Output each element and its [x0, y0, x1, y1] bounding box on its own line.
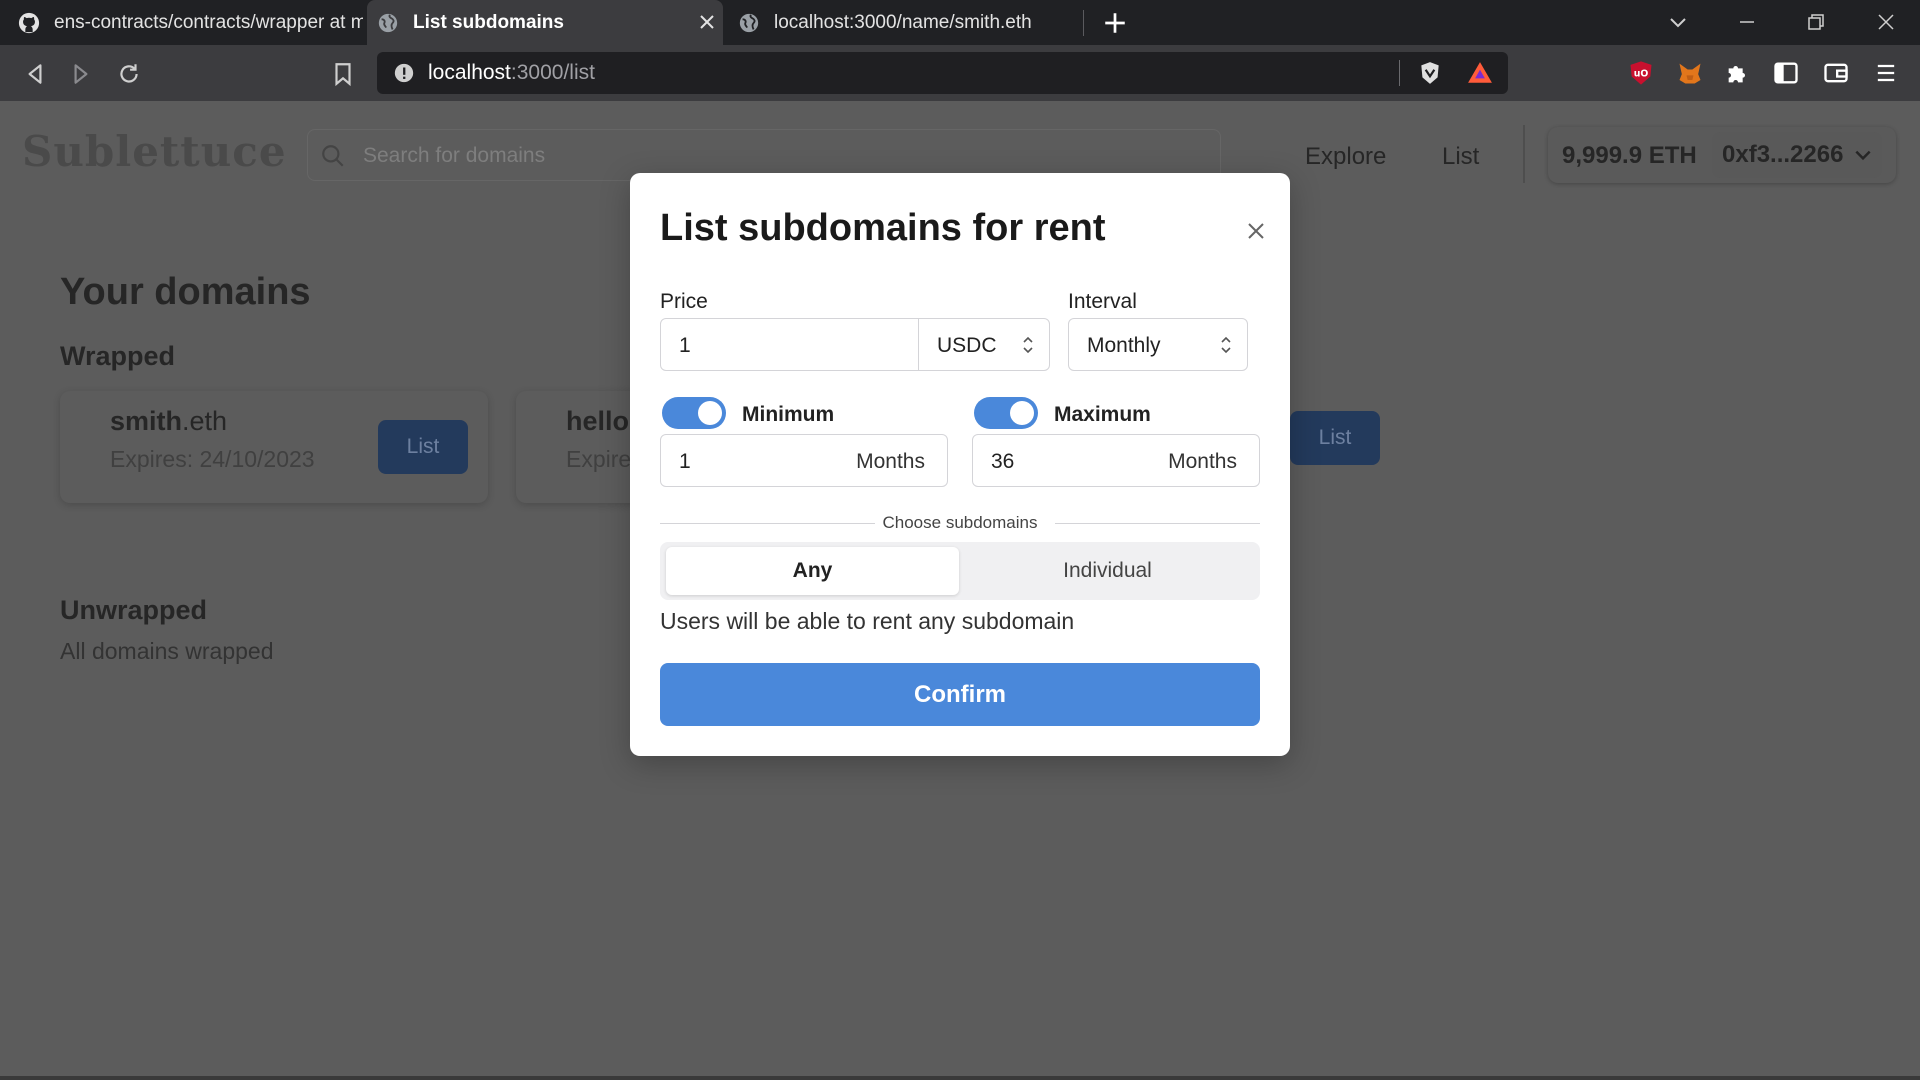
url-field[interactable]: localhost:3000/list	[377, 52, 1508, 94]
forward-icon[interactable]	[68, 61, 94, 87]
tab-title: List subdomains	[413, 11, 564, 33]
url-text: localhost:3000/list	[428, 61, 595, 85]
minimum-unit: Months	[856, 450, 925, 473]
close-icon	[700, 15, 714, 29]
helper-text: Users will be able to rent any subdomain	[660, 608, 1075, 634]
list-subdomains-modal: List subdomains for rent Price 1 USDC In…	[630, 173, 1290, 756]
bookmark-icon[interactable]	[330, 61, 356, 87]
unwrapped-status: All domains wrapped	[60, 638, 274, 664]
minimum-label: Minimum	[742, 403, 835, 426]
tab-close-button[interactable]	[696, 11, 718, 33]
domain-tld: .eth	[182, 406, 228, 436]
wallet-icon[interactable]	[1822, 59, 1850, 87]
maximum-field[interactable]: 36 Months	[972, 434, 1260, 487]
minimum-toggle[interactable]	[662, 397, 726, 429]
globe-icon	[378, 13, 398, 32]
modal-title: List subdomains for rent	[660, 207, 1106, 249]
svg-text:uO: uO	[1634, 69, 1649, 80]
github-icon	[18, 12, 40, 33]
currency-value: USDC	[937, 334, 997, 357]
new-tab-plus-icon[interactable]	[1102, 10, 1128, 36]
site-info-icon[interactable]	[393, 62, 415, 84]
nav-list-link[interactable]: List	[1442, 143, 1479, 171]
address-bar-row: localhost:3000/list uO	[0, 45, 1920, 101]
url-path: :3000/list	[510, 61, 595, 84]
tab-title: localhost:3000/name/smith.eth	[774, 11, 1032, 33]
domain-card: smith.eth Expires: 24/10/2023 List	[60, 391, 488, 503]
search-icon	[322, 145, 344, 167]
metamask-fox-icon[interactable]	[1676, 59, 1704, 87]
select-arrows-icon	[1023, 336, 1033, 354]
brave-shield-icon[interactable]	[1417, 60, 1443, 86]
ublock-origin-icon[interactable]: uO	[1627, 59, 1655, 87]
wrapped-heading: Wrapped	[60, 341, 176, 371]
domain-label: smith	[110, 406, 183, 436]
brave-rewards-icon[interactable]	[1467, 60, 1493, 86]
back-icon[interactable]	[22, 61, 48, 87]
domain-expiry: Expire	[566, 446, 632, 472]
unwrapped-heading: Unwrapped	[60, 595, 208, 625]
price-field: 1 USDC	[660, 318, 1050, 371]
minimum-field[interactable]: 1 Months	[660, 434, 948, 487]
tab-list-subdomains[interactable]: List subdomains	[367, 0, 723, 45]
segment-individual[interactable]: Individual	[961, 547, 1254, 595]
modal-close-button[interactable]	[1242, 217, 1270, 245]
page-title: Your domains	[60, 271, 311, 313]
select-arrows-icon	[1221, 336, 1231, 354]
toggle-knob	[1010, 401, 1034, 425]
maximum-unit: Months	[1168, 450, 1237, 473]
extensions-puzzle-icon[interactable]	[1724, 59, 1752, 87]
search-placeholder: Search for domains	[363, 144, 546, 167]
bottom-edge	[0, 1076, 1920, 1080]
tab-list-chevron-icon[interactable]	[1666, 10, 1690, 34]
domain-label: hello	[566, 406, 630, 436]
segment-any[interactable]: Any	[666, 547, 959, 595]
reload-icon[interactable]	[116, 61, 142, 87]
interval-select[interactable]: Monthly	[1068, 318, 1248, 371]
currency-select[interactable]: USDC	[919, 319, 1049, 370]
domain-expiry: Expires: 24/10/2023	[110, 446, 315, 472]
price-label: Price	[660, 290, 708, 313]
choose-subdomains-label: Choose subdomains	[882, 513, 1038, 532]
site-logo[interactable]: Sublettuce	[22, 127, 287, 176]
maximum-label: Maximum	[1054, 403, 1151, 426]
tab-title: ens-contracts/contracts/wrapper at m	[54, 11, 363, 33]
tab-ens-contracts[interactable]: ens-contracts/contracts/wrapper at m	[18, 0, 363, 45]
domain-name: hello	[566, 406, 629, 437]
list-button[interactable]: List	[1290, 411, 1380, 465]
url-host: localhost	[428, 61, 511, 84]
interval-label: Interval	[1068, 290, 1137, 313]
sidebar-icon[interactable]	[1772, 59, 1800, 87]
tab-separator	[1083, 10, 1084, 36]
maximum-toggle[interactable]	[974, 397, 1038, 429]
price-input[interactable]: 1	[679, 334, 691, 358]
account-button[interactable]: 0xf3...2266	[1712, 132, 1882, 178]
chevron-down-icon	[1855, 150, 1871, 161]
confirm-button[interactable]: Confirm	[660, 663, 1260, 726]
maximum-value: 36	[991, 450, 1015, 473]
subdomain-mode-segmented: Any Individual	[660, 542, 1260, 600]
restore-icon[interactable]	[1804, 10, 1828, 34]
minimize-icon[interactable]	[1735, 10, 1759, 34]
globe-icon	[739, 13, 759, 32]
list-button[interactable]: List	[378, 420, 468, 474]
account-address: 0xf3...2266	[1722, 141, 1844, 168]
interval-value: Monthly	[1087, 334, 1161, 357]
url-divider	[1399, 60, 1400, 86]
window-close-icon[interactable]	[1874, 10, 1898, 34]
domain-name: smith.eth	[110, 406, 227, 437]
toggle-knob	[698, 401, 722, 425]
menu-icon[interactable]	[1872, 59, 1900, 87]
nav-explore-link[interactable]: Explore	[1305, 143, 1386, 171]
wallet-balance: 9,999.9 ETH	[1562, 142, 1697, 169]
header-divider	[1523, 125, 1525, 183]
tab-bar: ens-contracts/contracts/wrapper at m Lis…	[0, 0, 1920, 45]
wallet-box: 9,999.9 ETH 0xf3...2266	[1548, 127, 1896, 183]
tab-smith-eth[interactable]: localhost:3000/name/smith.eth	[728, 0, 1083, 45]
minimum-value: 1	[679, 450, 691, 473]
close-icon	[1248, 223, 1264, 239]
